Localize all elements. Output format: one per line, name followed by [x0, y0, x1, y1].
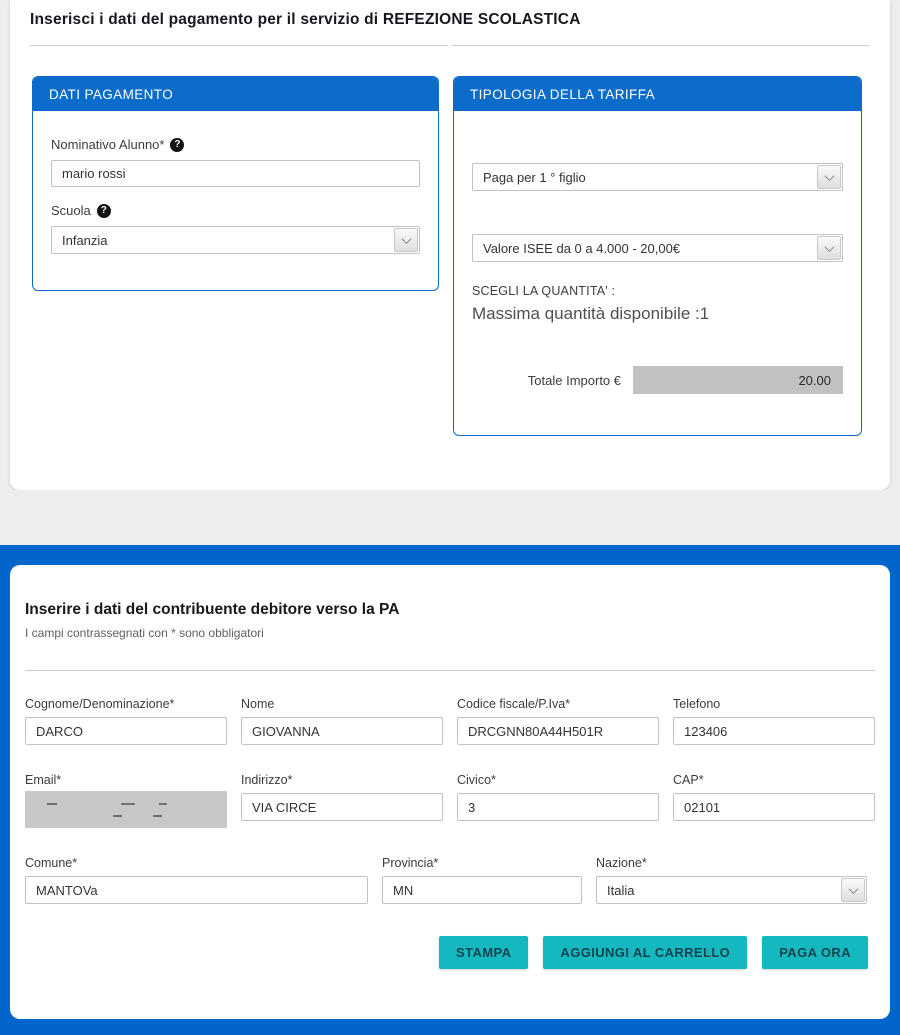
form-row-1: Cognome/Denominazione* Nome Codice fisca… — [25, 697, 875, 745]
telefono-field: Telefono — [673, 697, 875, 745]
cap-input[interactable] — [673, 793, 875, 821]
help-icon[interactable]: ? — [170, 138, 184, 152]
form-row-3: Comune* Provincia* Nazione* Italia — [25, 856, 875, 904]
totale-importo-value: 20.00 — [633, 366, 843, 394]
civico-input[interactable] — [457, 793, 659, 821]
panel-dati-pagamento: DATI PAGAMENTO Nominativo Alunno* ? Scuo… — [32, 76, 439, 291]
civico-label: Civico* — [457, 773, 659, 787]
chevron-down-icon — [394, 228, 418, 252]
help-icon[interactable]: ? — [97, 204, 111, 218]
chevron-down-icon — [817, 165, 841, 189]
nominativo-input[interactable] — [51, 160, 420, 187]
provincia-label: Provincia* — [382, 856, 582, 870]
quantita-label: SCEGLI LA QUANTITA' : — [472, 284, 843, 298]
paga-ora-button[interactable]: PAGA ORA — [762, 936, 868, 969]
cognome-input[interactable] — [25, 717, 227, 745]
nominativo-label: Nominativo Alunno* — [51, 137, 164, 152]
panel-tipologia-tariffa: TIPOLOGIA DELLA TARIFFA Paga per 1 ° fig… — [453, 76, 862, 436]
codice-fiscale-input[interactable] — [457, 717, 659, 745]
cognome-field: Cognome/Denominazione* — [25, 697, 227, 745]
codice-fiscale-field: Codice fiscale/P.Iva* — [457, 697, 659, 745]
email-input-redacted[interactable] — [25, 791, 227, 828]
scuola-label: Scuola — [51, 203, 91, 218]
nome-label: Nome — [241, 697, 443, 711]
panel-tipologia-header: TIPOLOGIA DELLA TARIFFA — [454, 77, 861, 111]
email-label: Email* — [25, 773, 227, 787]
nazione-field: Nazione* Italia — [596, 856, 867, 904]
comune-input[interactable] — [25, 876, 368, 904]
nome-input[interactable] — [241, 717, 443, 745]
cap-field: CAP* — [673, 773, 875, 828]
figlio-select[interactable]: Paga per 1 ° figlio — [472, 163, 843, 191]
chevron-down-icon — [817, 236, 841, 260]
panel-tipologia-body: Paga per 1 ° figlio Valore ISEE da 0 a 4… — [454, 111, 861, 410]
contribuente-title: Inserire i dati del contribuente debitor… — [25, 601, 875, 619]
nazione-select[interactable]: Italia — [596, 876, 867, 904]
comune-field: Comune* — [25, 856, 368, 904]
contribuente-card: Inserire i dati del contribuente debitor… — [10, 565, 890, 1019]
panel-dati-pagamento-body: Nominativo Alunno* ? Scuola ? Infanzia — [33, 111, 438, 270]
nazione-selected-value: Italia — [607, 883, 634, 898]
panel-dati-pagamento-header: DATI PAGAMENTO — [33, 77, 438, 111]
aggiungi-al-carrello-button[interactable]: AGGIUNGI AL CARRELLO — [543, 936, 747, 969]
indirizzo-field: Indirizzo* — [241, 773, 443, 828]
civico-field: Civico* — [457, 773, 659, 828]
totale-row: Totale Importo € 20.00 — [472, 366, 843, 394]
email-field: Email* — [25, 773, 227, 828]
indirizzo-label: Indirizzo* — [241, 773, 443, 787]
divider — [30, 45, 870, 46]
scuola-select[interactable]: Infanzia — [51, 226, 420, 254]
chevron-down-icon — [841, 878, 865, 902]
scuola-label-row: Scuola ? — [51, 203, 420, 218]
payment-card: Inserisci i dati del pagamento per il se… — [10, 0, 890, 490]
comune-label: Comune* — [25, 856, 368, 870]
totale-label: Totale Importo € — [528, 373, 621, 388]
stampa-button[interactable]: STAMPA — [439, 936, 528, 969]
page-title: Inserisci i dati del pagamento per il se… — [30, 8, 870, 29]
divider — [25, 670, 875, 671]
actions-row: STAMPA AGGIUNGI AL CARRELLO PAGA ORA — [25, 936, 875, 969]
provincia-field: Provincia* — [382, 856, 582, 904]
nazione-label: Nazione* — [596, 856, 867, 870]
nominativo-label-row: Nominativo Alunno* ? — [51, 137, 420, 152]
isee-selected-value: Valore ISEE da 0 a 4.000 - 20,00€ — [483, 241, 680, 256]
figlio-selected-value: Paga per 1 ° figlio — [483, 170, 586, 185]
background-gap — [0, 490, 900, 545]
provincia-input[interactable] — [382, 876, 582, 904]
contribuente-subtitle: I campi contrassegnati con * sono obblig… — [25, 626, 875, 640]
cap-label: CAP* — [673, 773, 875, 787]
contribuente-section: Inserire i dati del contribuente debitor… — [0, 545, 900, 1035]
telefono-label: Telefono — [673, 697, 875, 711]
quantita-max-text: Massima quantità disponibile :1 — [472, 304, 843, 324]
panels-container: DATI PAGAMENTO Nominativo Alunno* ? Scuo… — [30, 76, 870, 436]
codice-fiscale-label: Codice fiscale/P.Iva* — [457, 697, 659, 711]
form-row-2: Email* Indirizzo* Civico* CAP* — [25, 773, 875, 828]
indirizzo-input[interactable] — [241, 793, 443, 821]
cognome-label: Cognome/Denominazione* — [25, 697, 227, 711]
telefono-input[interactable] — [673, 717, 875, 745]
isee-select[interactable]: Valore ISEE da 0 a 4.000 - 20,00€ — [472, 234, 843, 262]
nome-field: Nome — [241, 697, 443, 745]
scuola-selected-value: Infanzia — [62, 233, 108, 248]
